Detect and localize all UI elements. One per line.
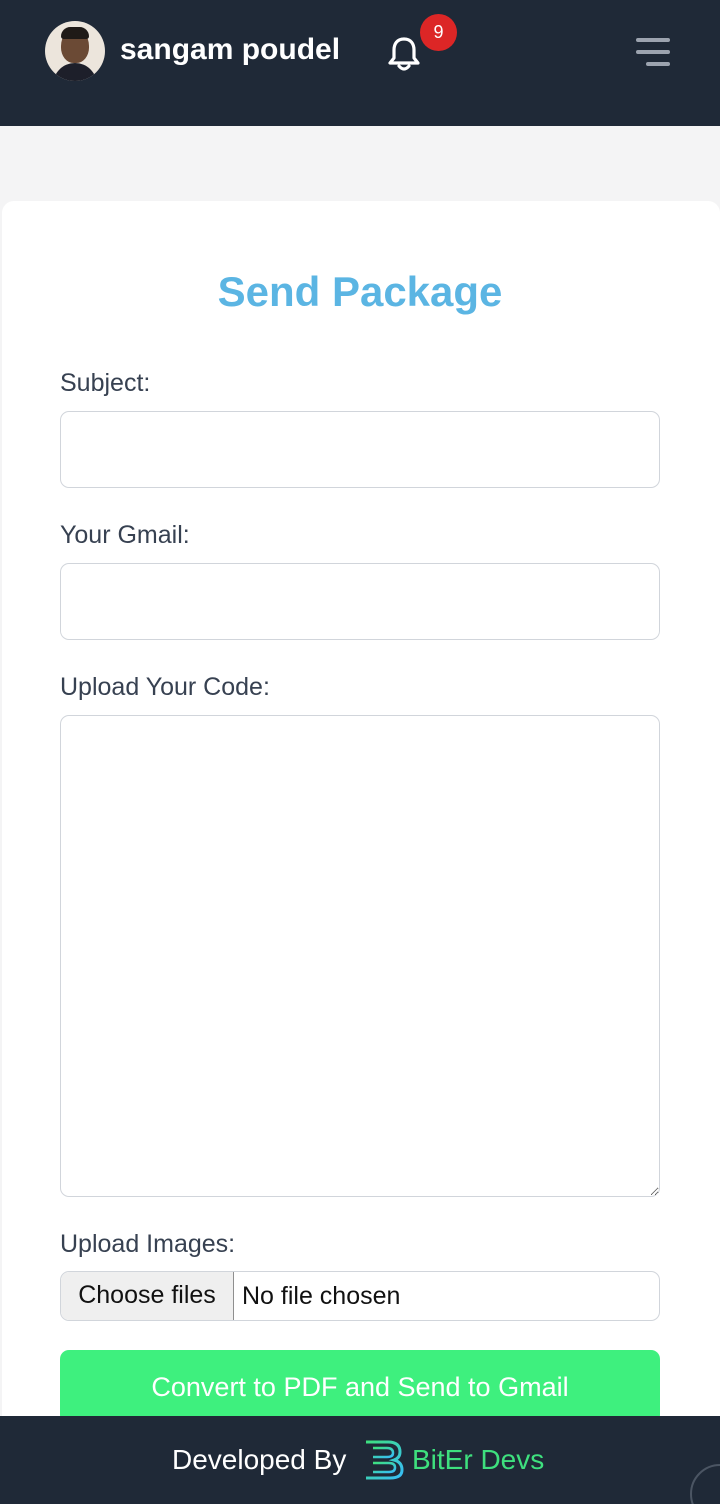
hamburger-menu-icon[interactable] (632, 36, 672, 68)
developed-by-text: Developed By (172, 1444, 347, 1475)
brand-name[interactable]: BitEr Devs (412, 1442, 544, 1478)
image-file-input[interactable]: Choose files No file chosen (60, 1271, 660, 1321)
subject-input[interactable] (60, 411, 660, 488)
gmail-label: Your Gmail: (60, 521, 190, 549)
biter-devs-logo-icon (364, 1440, 404, 1480)
footer: Developed By BitEr Devs (0, 1416, 720, 1504)
page-title: Send Package (217, 268, 503, 315)
convert-and-send-button[interactable]: Convert to PDF and Send to Gmail (60, 1350, 660, 1424)
avatar-hair (61, 27, 89, 39)
choose-files-button[interactable]: Choose files (61, 1272, 234, 1320)
code-label: Upload Your Code: (60, 673, 270, 701)
username: sangam poudel (120, 33, 341, 66)
gmail-input[interactable] (60, 563, 660, 640)
images-label: Upload Images: (60, 1230, 236, 1258)
notification-bell-icon[interactable] (384, 34, 424, 74)
file-status-text: No file chosen (242, 1282, 401, 1310)
notification-badge: 9 (420, 14, 457, 51)
avatar-shirt (53, 63, 97, 81)
code-textarea[interactable] (60, 715, 660, 1197)
subject-label: Subject: (60, 369, 151, 397)
top-navbar: sangam poudel 9 (0, 0, 720, 126)
user-avatar[interactable] (45, 21, 105, 81)
